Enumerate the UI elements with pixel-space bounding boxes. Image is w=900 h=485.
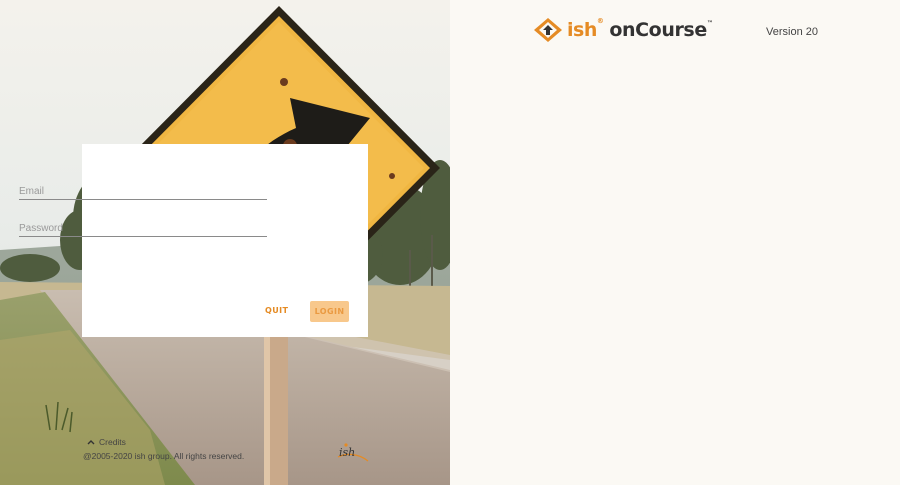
ish-footer-logo: ish bbox=[337, 443, 369, 462]
password-field[interactable] bbox=[19, 218, 267, 237]
version-label: Version 20 bbox=[766, 26, 818, 38]
copyright-text: @2005-2020 ish group. All rights reserve… bbox=[83, 451, 245, 461]
credits-label: Credits bbox=[99, 437, 126, 447]
login-button[interactable]: LOGIN bbox=[310, 301, 349, 322]
ish-brand-icon bbox=[534, 18, 562, 42]
chevron-up-icon bbox=[87, 440, 95, 445]
email-field[interactable] bbox=[19, 181, 267, 200]
login-panel: ish® onCourse™ Version 20 bbox=[450, 0, 900, 485]
oncourse-logo: ish® onCourse™ bbox=[533, 17, 713, 43]
quit-button[interactable]: QUIT bbox=[265, 306, 288, 315]
brand-product-name: onCourse™ bbox=[609, 19, 713, 41]
brand-ish-text: ish® bbox=[567, 17, 604, 41]
password-input[interactable] bbox=[19, 218, 267, 236]
svg-text:ish: ish bbox=[339, 446, 355, 459]
email-input[interactable] bbox=[19, 181, 267, 199]
credits-toggle[interactable]: Credits bbox=[87, 437, 126, 447]
